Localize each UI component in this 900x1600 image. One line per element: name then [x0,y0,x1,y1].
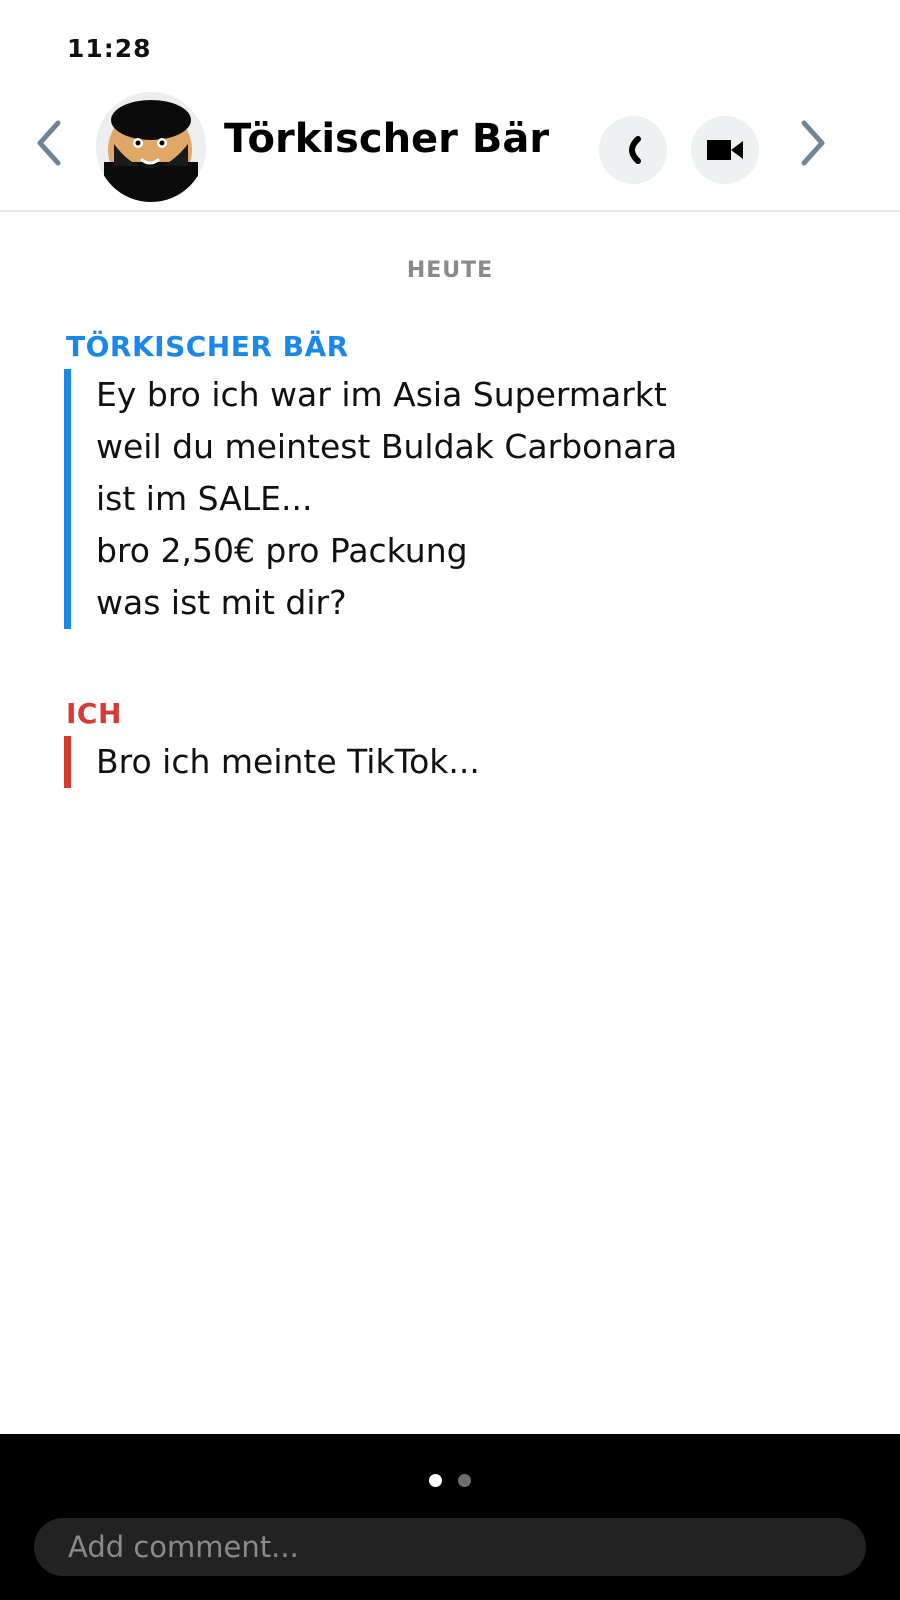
message-body: Bro ich meinte TikTok... [64,736,480,788]
message-item: TÖRKISCHER BÄR Ey bro ich war im Asia Su… [64,330,678,629]
comment-input[interactable] [66,1529,866,1565]
message-line: bro 2,50€ pro Packung [96,531,468,570]
video-camera-icon [707,140,743,160]
contact-name: Törkischer Bär [224,116,550,162]
message-accent-bar [64,369,71,629]
message-sender: ICH [66,697,122,730]
chat-header: Törkischer Bär [0,88,900,212]
phone-icon [629,136,641,164]
page-dot[interactable] [458,1474,471,1487]
page-dot-active[interactable] [429,1474,442,1487]
page-indicator [0,1474,900,1487]
avatar[interactable] [96,92,206,202]
message-accent-bar [64,736,71,788]
message-line: Bro ich meinte TikTok... [96,742,480,781]
comment-box[interactable] [34,1518,866,1576]
status-time: 11:28 [67,34,152,63]
message-body: Ey bro ich war im Asia Supermarkt weil d… [64,369,678,629]
message-line: weil du meintest Buldak Carbonara [96,427,678,466]
message-item: ICH Bro ich meinte TikTok... [64,697,480,788]
bottom-panel [0,1434,900,1600]
message-line: ist im SALE... [96,479,313,518]
video-call-button[interactable] [691,116,759,184]
chevron-right-icon [801,120,825,166]
message-line: Ey bro ich war im Asia Supermarkt [96,375,667,414]
contact-avatar-icon [96,92,206,202]
date-divider: HEUTE [406,258,494,283]
back-button[interactable] [30,118,70,168]
message-line: was ist mit dir? [96,583,347,622]
chevron-left-icon [37,120,61,166]
message-sender: TÖRKISCHER BÄR [66,330,349,363]
next-button[interactable] [792,118,832,168]
call-button[interactable] [599,116,667,184]
